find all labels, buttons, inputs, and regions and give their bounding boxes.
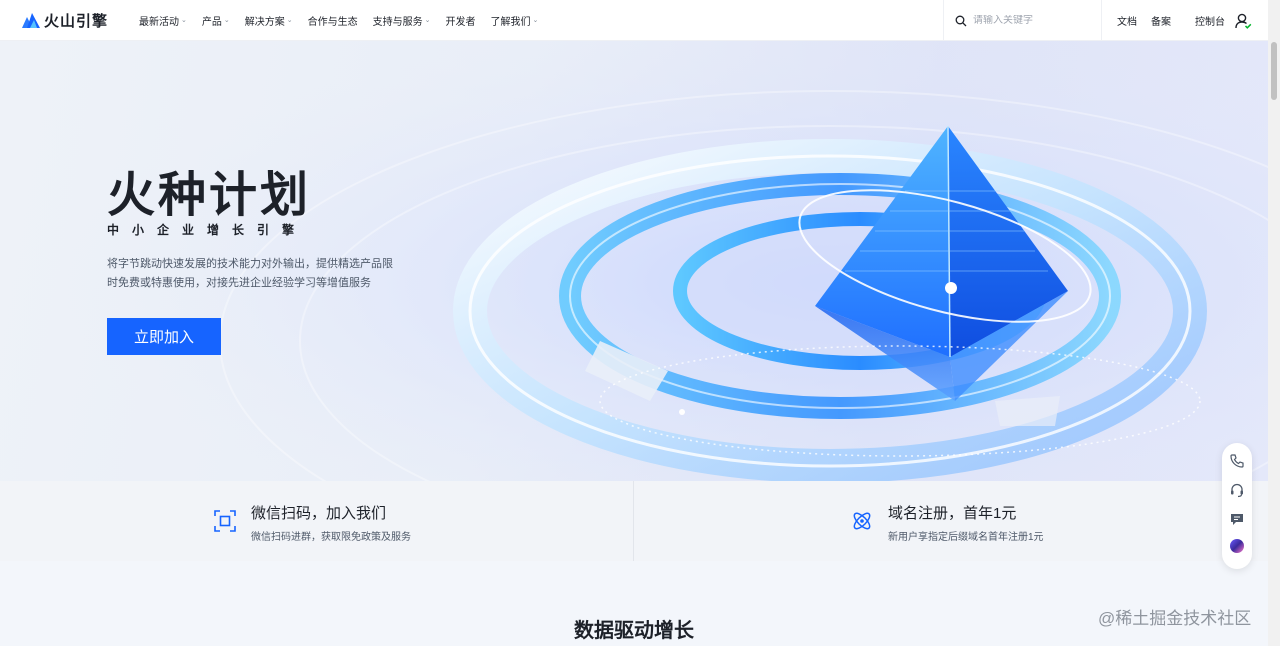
- feature-strip: 微信扫码，加入我们 微信扫码进群，获取限免政策及服务 域名注册，首年1元 新用户…: [0, 481, 1268, 561]
- scan-icon: [214, 510, 236, 532]
- join-now-button[interactable]: 立即加入: [107, 318, 221, 355]
- nav-item-partners[interactable]: 合作与生态: [308, 13, 358, 28]
- nav-label: 最新活动: [139, 16, 179, 28]
- volcano-logo-icon: [22, 13, 40, 28]
- chevron-down-icon: ⌄: [181, 17, 187, 24]
- docs-link[interactable]: 文档: [1117, 13, 1137, 28]
- feature-desc: 新用户享指定后缀域名首年注册1元: [888, 532, 1044, 543]
- scrollbar-thumb[interactable]: [1271, 42, 1277, 100]
- feature-desc: 微信扫码进群，获取限免政策及服务: [251, 532, 411, 543]
- nav-label: 合作与生态: [307, 16, 358, 28]
- nav-label: 开发者: [445, 16, 476, 28]
- top-navigation-bar: 火山引擎 最新活动 ⌄ 产品 ⌄ 解决方案 ⌄ 合作与生态 支持与服务 ⌄ 开发者 了解…: [0, 0, 1268, 41]
- section-title: 数据驱动增长: [574, 620, 694, 642]
- nav-label: 解决方案: [244, 16, 285, 28]
- atom-icon: [853, 512, 871, 530]
- feature-card-wechat[interactable]: 微信扫码，加入我们 微信扫码进群，获取限免政策及服务: [0, 481, 634, 561]
- phone-icon[interactable]: [1229, 453, 1245, 469]
- nav-item-about[interactable]: 了解我们 ⌄: [491, 13, 539, 28]
- floating-contact-toolbar: [1222, 443, 1252, 569]
- nav-item-solutions[interactable]: 解决方案 ⌄: [245, 13, 293, 28]
- nav-item-developers[interactable]: 开发者: [446, 13, 476, 28]
- hero-title: 火种计划: [107, 167, 312, 223]
- user-icon[interactable]: [1234, 12, 1252, 30]
- headset-icon[interactable]: [1229, 482, 1245, 498]
- chevron-down-icon: ⌄: [424, 17, 431, 24]
- feature-title: 微信扫码，加入我们: [251, 505, 387, 522]
- nav-label: 了解我们: [490, 16, 531, 28]
- nav-label: 产品: [201, 16, 222, 28]
- search-box[interactable]: [943, 0, 1102, 41]
- chevron-down-icon: ⌄: [532, 17, 539, 24]
- feature-title: 域名注册，首年1元: [888, 505, 1017, 522]
- brand-logo[interactable]: 火山引擎: [21, 10, 139, 31]
- feature-card-domain[interactable]: 域名注册，首年1元 新用户享指定后缀域名首年注册1元: [634, 481, 1268, 561]
- nav-item-support[interactable]: 支持与服务 ⌄: [373, 13, 431, 28]
- search-input[interactable]: [973, 15, 1093, 26]
- chevron-down-icon: ⌄: [286, 17, 293, 24]
- nav-label: 支持与服务: [372, 16, 423, 28]
- hero-banner: 火种计划 中小企业增长引擎 将字节跳动快速发展的技术能力对外输出，提供精选产品限…: [0, 41, 1268, 481]
- main-nav: 最新活动 ⌄ 产品 ⌄ 解决方案 ⌄ 合作与生态 支持与服务 ⌄ 开发者 了解我们 ⌄: [139, 13, 553, 28]
- search-icon[interactable]: [955, 15, 967, 27]
- console-link[interactable]: 控制台: [1195, 13, 1225, 28]
- chat-icon[interactable]: [1229, 511, 1245, 527]
- assistant-orb-icon[interactable]: [1229, 538, 1245, 554]
- filing-link[interactable]: 备案: [1151, 13, 1171, 28]
- hero-subtitle: 中小企业增长引擎: [107, 223, 308, 237]
- header-right-links: 文档 备案 控制台: [1117, 0, 1239, 41]
- chevron-down-icon: ⌄: [223, 17, 230, 24]
- brand-name: 火山引擎: [44, 12, 109, 30]
- watermark-text: @稀土掘金技术社区: [1098, 609, 1252, 628]
- page-scrollbar[interactable]: [1268, 0, 1280, 646]
- nav-item-products[interactable]: 产品 ⌄: [202, 13, 230, 28]
- nav-item-activities[interactable]: 最新活动 ⌄: [139, 13, 187, 28]
- hero-description: 将字节跳动快速发展的技术能力对外输出，提供精选产品限时免费或特惠使用，对接先进企…: [107, 258, 393, 289]
